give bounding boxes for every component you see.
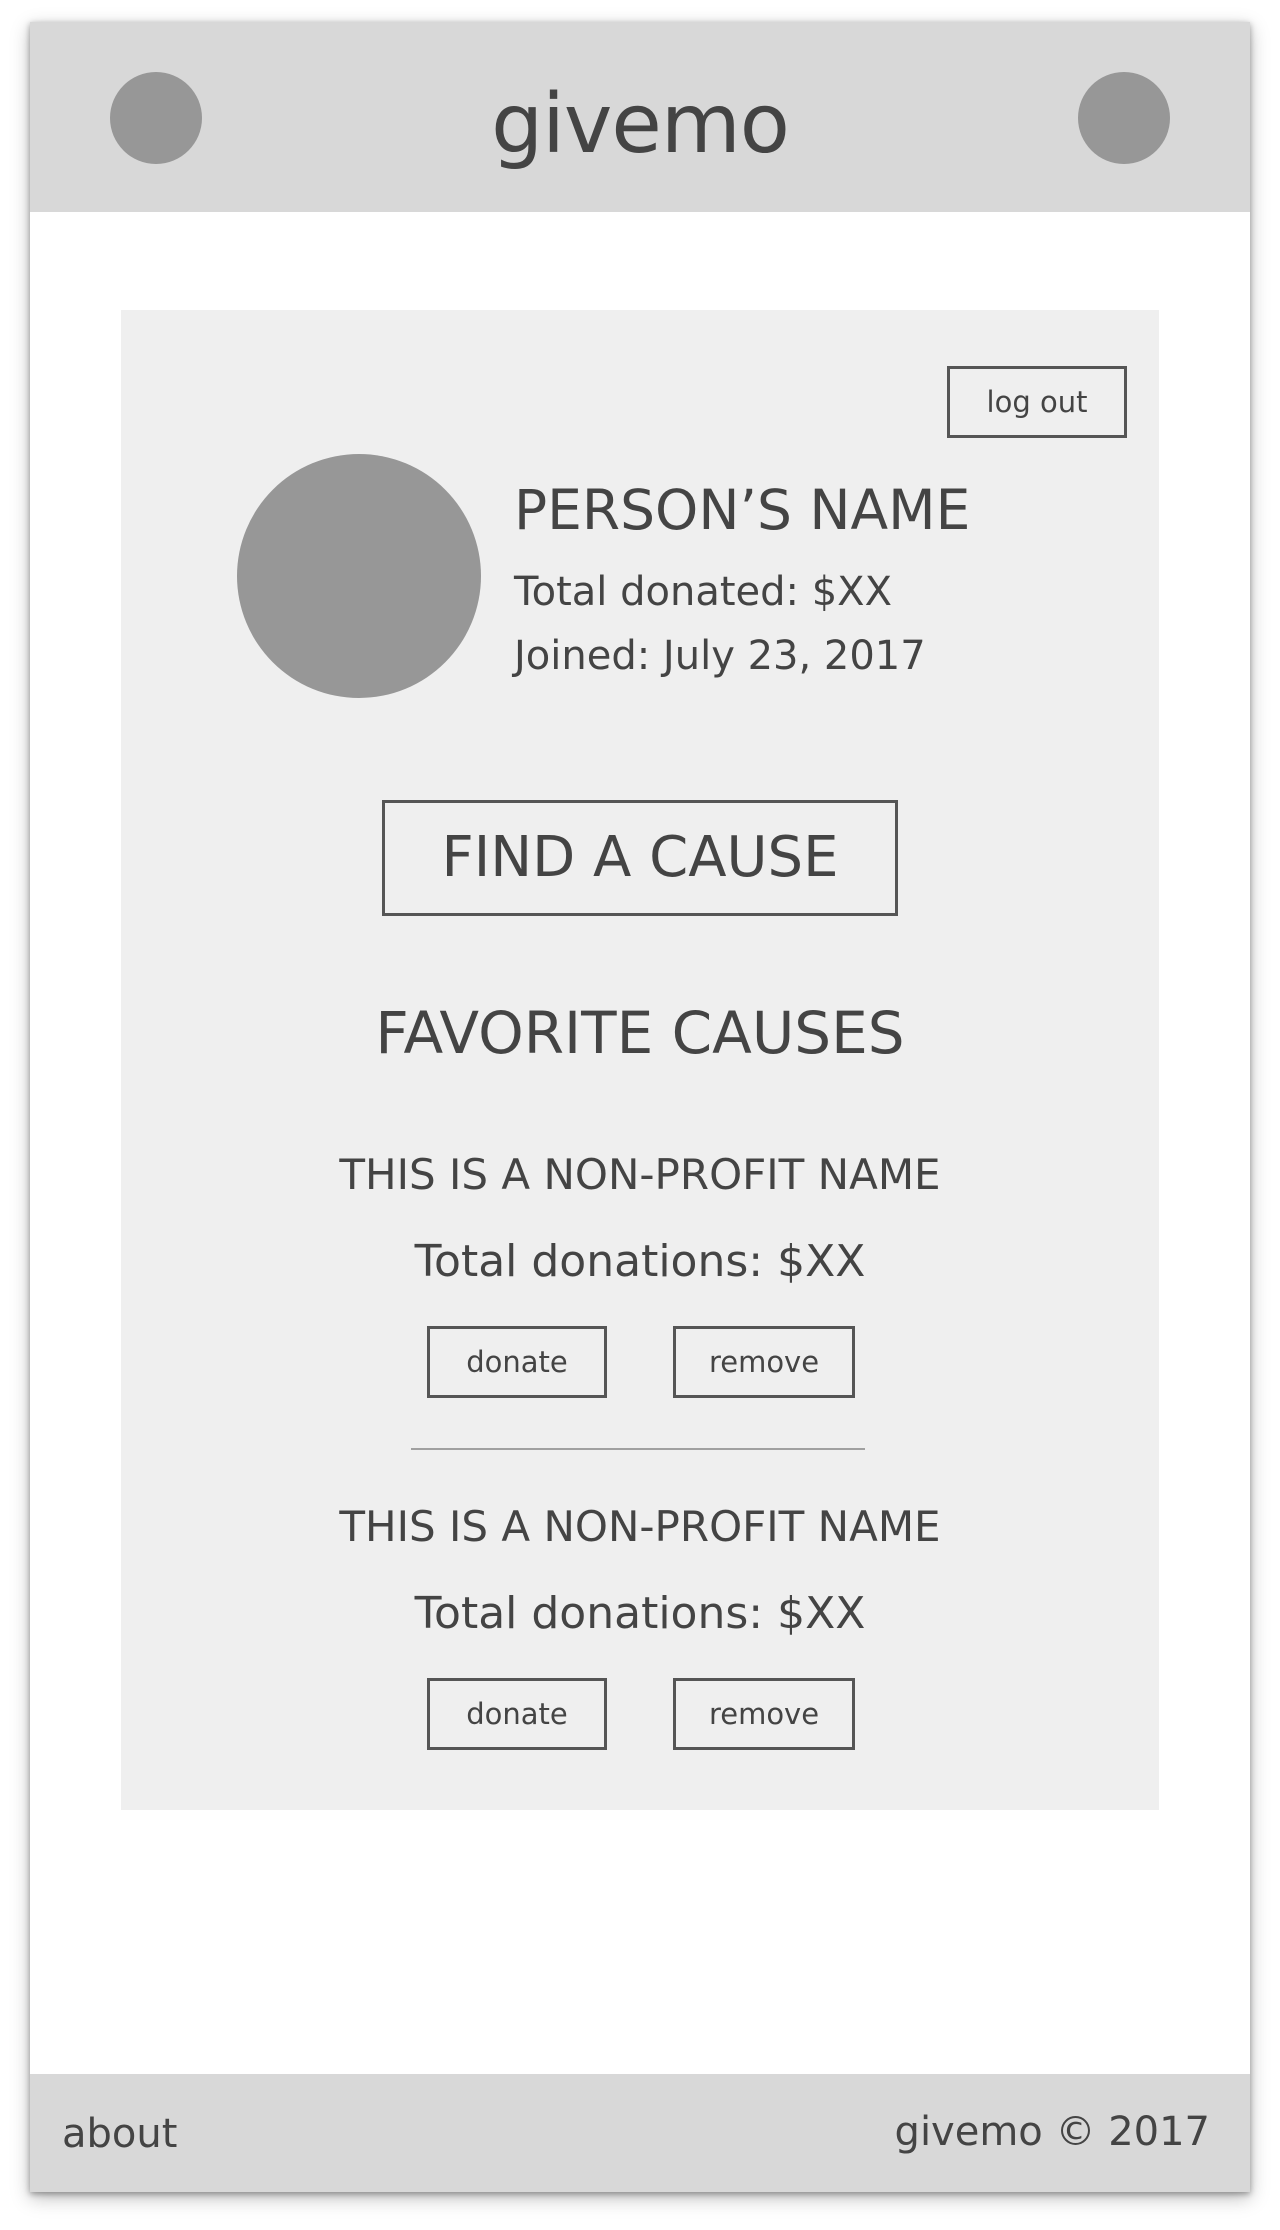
about-link[interactable]: about xyxy=(62,2110,177,2158)
profile-card: log out PERSON’S NAME Total donated: $XX… xyxy=(121,310,1159,1810)
copyright-text: givemo © 2017 xyxy=(894,2109,1210,2155)
favorite-causes-heading: FAVORITE CAUSES xyxy=(375,999,905,1067)
donate-button[interactable]: donate xyxy=(427,1326,607,1398)
cause-divider xyxy=(411,1448,865,1450)
remove-button[interactable]: remove xyxy=(673,1326,855,1398)
total-donated: Total donated: $XX xyxy=(514,569,892,615)
app-header: givemo xyxy=(30,22,1250,212)
find-cause-button[interactable]: FIND A CAUSE xyxy=(382,800,898,916)
donate-button[interactable]: donate xyxy=(427,1678,607,1750)
favorite-cause-item: THIS IS A NON-PROFIT NAME Total donation… xyxy=(121,1150,1159,1400)
app-title: givemo xyxy=(491,77,790,172)
remove-button[interactable]: remove xyxy=(673,1678,855,1750)
app-screen: givemo log out PERSON’S NAME Total donat… xyxy=(30,22,1250,2192)
account-icon[interactable] xyxy=(1078,72,1170,164)
app-footer: about givemo © 2017 xyxy=(30,2074,1250,2192)
avatar xyxy=(237,454,481,698)
logout-button[interactable]: log out xyxy=(947,366,1127,438)
cause-total-donations: Total donations: $XX xyxy=(414,1236,866,1287)
person-name: PERSON’S NAME xyxy=(514,478,971,542)
cause-name: THIS IS A NON-PROFIT NAME xyxy=(339,1502,941,1551)
cause-name: THIS IS A NON-PROFIT NAME xyxy=(339,1150,941,1199)
page: givemo log out PERSON’S NAME Total donat… xyxy=(0,0,1280,2230)
joined-date: Joined: July 23, 2017 xyxy=(514,633,926,679)
cause-total-donations: Total donations: $XX xyxy=(414,1588,866,1639)
favorite-cause-item: THIS IS A NON-PROFIT NAME Total donation… xyxy=(121,1502,1159,1752)
